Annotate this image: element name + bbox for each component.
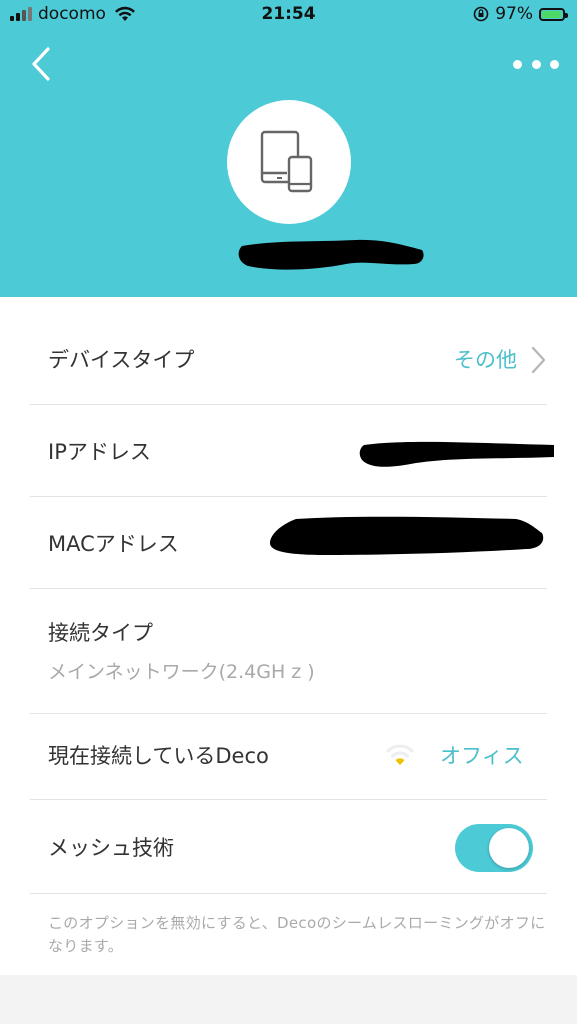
- device-avatar: [227, 100, 351, 224]
- status-bar: docomo 21:54 97%: [0, 0, 577, 32]
- row-device-type[interactable]: デバイスタイプ その他: [30, 313, 547, 405]
- dot-icon: [531, 59, 541, 69]
- tablet-phone-icon: [260, 130, 313, 193]
- orientation-lock-icon: [473, 6, 489, 22]
- device-detail-list: デバイスタイプ その他 IPアドレス MACアドレス 接続タイプ メインネットワ…: [0, 297, 577, 975]
- back-button[interactable]: [26, 44, 60, 84]
- mesh-footnote: このオプションを無効にすると、Decoのシームレスローミングがオフになります。: [48, 914, 546, 955]
- row-ip-address: IPアドレス: [30, 405, 554, 497]
- mac-address-redacted: [270, 516, 544, 555]
- dot-icon: [550, 59, 559, 69]
- row-mac-address: MACアドレス: [30, 497, 547, 589]
- mesh-toggle[interactable]: [455, 824, 533, 872]
- connection-type-label: 接続タイプ: [48, 621, 153, 645]
- dot-icon: [513, 59, 522, 69]
- chevron-left-icon: [32, 47, 50, 81]
- mesh-label: メッシュ技術: [48, 836, 174, 860]
- status-right: 97%: [473, 4, 568, 24]
- device-name-redacted: [238, 239, 424, 270]
- current-deco-label: 現在接続しているDeco: [48, 744, 269, 768]
- toggle-knob: [489, 828, 529, 868]
- device-type-value[interactable]: その他: [454, 344, 517, 374]
- connection-type-value: メインネットワーク(2.4GH z ): [48, 661, 315, 683]
- device-type-label: デバイスタイプ: [48, 348, 195, 372]
- row-mesh: メッシュ技術: [30, 800, 547, 894]
- header: docomo 21:54 97%: [0, 0, 577, 297]
- current-deco-value[interactable]: オフィス: [440, 740, 524, 770]
- battery-percent: 97%: [495, 4, 533, 24]
- mac-address-label: MACアドレス: [48, 532, 179, 556]
- row-current-deco[interactable]: 現在接続しているDeco オフィス: [30, 714, 547, 800]
- row-connection-type: 接続タイプ メインネットワーク(2.4GH z ): [30, 589, 547, 714]
- more-options-button[interactable]: [513, 54, 559, 74]
- ip-address-label: IPアドレス: [48, 440, 151, 464]
- chevron-right-icon: [531, 346, 546, 374]
- wifi-signal-icon: [386, 744, 414, 765]
- ip-address-redacted: [359, 441, 554, 467]
- battery-icon: [539, 7, 568, 21]
